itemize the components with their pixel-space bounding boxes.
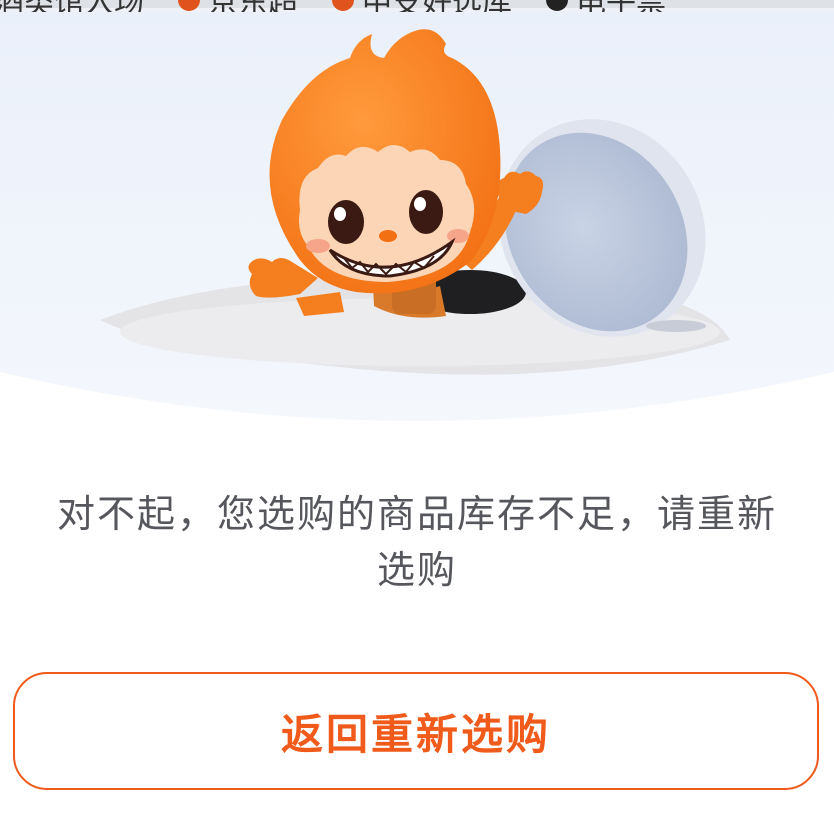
- out-of-stock-message: 对不起，您选购的商品库存不足，请重新 选购: [0, 486, 834, 598]
- top-tab-label: 电子票: [576, 0, 666, 12]
- top-tab-label: 酒类馆入场: [0, 0, 144, 12]
- out-of-stock-illustration: [0, 0, 834, 421]
- top-tab-2[interactable]: 京东超: [178, 0, 298, 12]
- top-tab-4[interactable]: 电子票: [546, 0, 666, 12]
- top-tab-3[interactable]: 中支好选库: [332, 0, 512, 12]
- return-reselect-label: 返回重新选购: [280, 709, 551, 759]
- top-category-bar: 酒类馆入场 京东超 中支好选库 电子票: [0, 0, 834, 12]
- out-of-stock-page: 酒类馆入场 京东超 中支好选库 电子票 对不起，您选购的商品库存不足，请重新 选…: [0, 0, 834, 834]
- dark-badge-icon: [546, 0, 568, 11]
- mascot-right-eye: [409, 190, 443, 234]
- message-line-2: 选购: [376, 548, 457, 592]
- orange-badge-icon: [178, 0, 200, 11]
- top-tab-label: 中支好选库: [362, 0, 512, 12]
- top-tab-1[interactable]: 酒类馆入场: [0, 0, 144, 12]
- top-category-tabs: 酒类馆入场 京东超 中支好选库 电子票: [0, 0, 666, 12]
- top-tab-label: 京东超: [208, 0, 298, 12]
- return-reselect-button[interactable]: 返回重新选购: [13, 672, 819, 790]
- orange-badge-icon: [332, 0, 354, 11]
- mascot-left-eye: [328, 200, 364, 244]
- message-line-1: 对不起，您选购的商品库存不足，请重新: [56, 492, 777, 536]
